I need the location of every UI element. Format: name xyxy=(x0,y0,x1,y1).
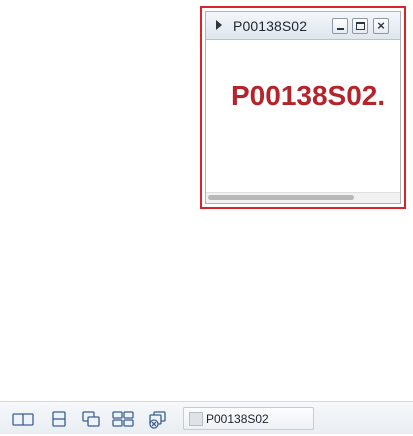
expand-arrow-icon[interactable] xyxy=(216,20,222,30)
tile-horizontal-icon[interactable] xyxy=(48,411,70,427)
content-label: P00138S02. xyxy=(231,80,386,111)
window-titlebar[interactable]: P00138S02 × xyxy=(206,12,400,40)
cascade-icon[interactable] xyxy=(80,411,102,427)
tile-vertical-icon[interactable] xyxy=(12,411,34,427)
maximize-button[interactable] xyxy=(352,18,368,34)
taskbar-item-window[interactable]: P00138S02 xyxy=(183,407,314,430)
window-icon xyxy=(189,412,203,426)
window-content: P00138S02. xyxy=(206,40,400,193)
close-all-icon[interactable] xyxy=(146,411,168,429)
horizontal-scrollbar[interactable] xyxy=(206,192,400,203)
mini-window: P00138S02 × P00138S02. xyxy=(200,6,406,209)
close-button[interactable]: × xyxy=(373,18,389,34)
scrollbar-thumb[interactable] xyxy=(208,195,354,200)
mini-window-frame: P00138S02 × P00138S02. xyxy=(205,11,401,204)
window-title: P00138S02 xyxy=(233,18,308,34)
minimize-button[interactable] xyxy=(332,18,348,34)
grid-icon[interactable] xyxy=(112,411,134,427)
taskbar: P00138S02 xyxy=(0,401,413,434)
close-icon: × xyxy=(377,18,385,33)
taskbar-item-label: P00138S02 xyxy=(206,412,269,426)
